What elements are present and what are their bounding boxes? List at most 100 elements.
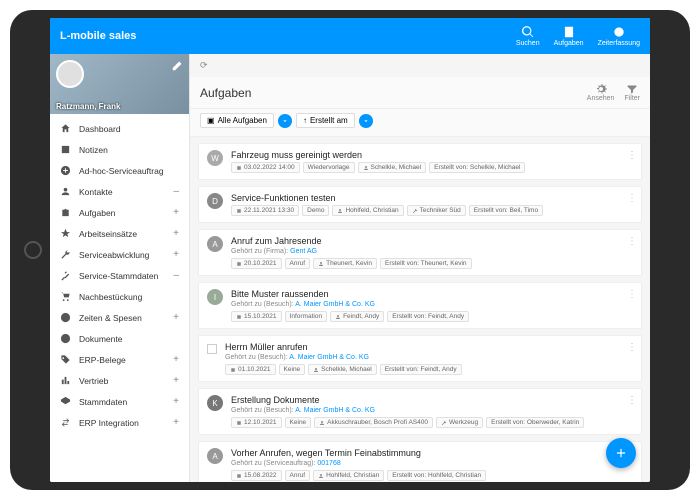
- sidebar-item-vertrieb[interactable]: Vertrieb+: [50, 370, 189, 391]
- filter-dropdown-1[interactable]: [278, 114, 292, 128]
- expand-icon[interactable]: +: [173, 417, 179, 428]
- task-link[interactable]: A. Maier GmbH & Co. KG: [295, 407, 375, 414]
- task-link[interactable]: A. Maier GmbH & Co. KG: [295, 301, 375, 308]
- task-tag: Schelkle, Michael: [308, 364, 377, 375]
- task-tag: Hohlfeld, Christian: [332, 205, 403, 216]
- task-item[interactable]: AVorher Anrufen, wegen Termin Feinabstim…: [198, 441, 642, 482]
- sidebar-item-service-stammdaten[interactable]: Service-Stammdaten–: [50, 265, 189, 286]
- task-tag: 12.10.2021: [231, 417, 282, 428]
- sidebar-item-aufgaben[interactable]: Aufgaben+: [50, 202, 189, 223]
- wrench-icon: [60, 249, 71, 260]
- task-title: Service-Funktionen testen: [231, 193, 633, 203]
- edit-icon[interactable]: [171, 58, 185, 72]
- task-item[interactable]: Herrn Müller anrufenGehört zu (Besuch): …: [198, 335, 642, 382]
- sidebar-item-stammdaten[interactable]: Stammdaten+: [50, 391, 189, 412]
- task-link[interactable]: Gent AG: [290, 248, 317, 255]
- task-tag: 20.10.2021: [231, 258, 282, 269]
- breadcrumb[interactable]: ⟳: [190, 54, 650, 77]
- chart-icon: [60, 375, 71, 386]
- task-tag: Demo: [302, 205, 329, 216]
- expand-icon[interactable]: +: [173, 207, 179, 218]
- task-link[interactable]: 001768: [317, 460, 340, 467]
- page-title: Aufgaben: [200, 86, 251, 100]
- expand-icon[interactable]: +: [173, 396, 179, 407]
- note-icon: [60, 144, 71, 155]
- filter-dropdown-2[interactable]: [359, 114, 373, 128]
- expand-icon[interactable]: +: [173, 354, 179, 365]
- more-icon[interactable]: ⋮: [627, 289, 637, 300]
- filter-all[interactable]: ▣ Alle Aufgaben: [200, 113, 274, 128]
- top-action-suchen[interactable]: Suchen: [516, 25, 540, 47]
- profile-name: Ratzmann, Frank: [56, 102, 120, 111]
- task-badge: A: [207, 236, 223, 252]
- tools-icon: [60, 270, 71, 281]
- briefcase-icon: [60, 207, 71, 218]
- task-badge: D: [207, 193, 223, 209]
- filter-button[interactable]: Filter: [624, 83, 640, 102]
- top-action-aufgaben[interactable]: Aufgaben: [554, 25, 584, 47]
- expand-icon[interactable]: –: [173, 186, 179, 197]
- task-tag: 15.08.2022: [231, 470, 282, 481]
- sidebar-item-nachbest-ckung[interactable]: Nachbestückung: [50, 286, 189, 307]
- sidebar-item-dokumente[interactable]: Dokumente: [50, 328, 189, 349]
- task-tag: Erstellt von: Beil, Timo: [469, 205, 543, 216]
- sidebar-item-serviceabwicklung[interactable]: Serviceabwicklung+: [50, 244, 189, 265]
- sidebar-item-notizen[interactable]: Notizen: [50, 139, 189, 160]
- sidebar-item-zeiten-spesen[interactable]: Zeiten & Spesen+: [50, 307, 189, 328]
- task-item[interactable]: WFahrzeug muss gereinigt werden03.02.202…: [198, 143, 642, 180]
- task-tag: 03.02.2022 14:00: [231, 162, 300, 173]
- task-item[interactable]: IBitte Muster raussendenGehört zu (Besuc…: [198, 282, 642, 329]
- task-item[interactable]: KErstellung DokumenteGehört zu (Besuch):…: [198, 388, 642, 435]
- home-icon: [60, 123, 71, 134]
- task-tag: Anruf: [285, 470, 311, 481]
- task-tag: 01.10.2021: [225, 364, 276, 375]
- sidebar-item-dashboard[interactable]: Dashboard: [50, 118, 189, 139]
- checkbox[interactable]: [207, 344, 217, 354]
- task-badge: W: [207, 150, 223, 166]
- task-subtitle: Gehört zu (Besuch): A. Maier GmbH & Co. …: [231, 301, 633, 308]
- task-title: Vorher Anrufen, wegen Termin Feinabstimm…: [231, 448, 633, 458]
- task-tag: Feindt, Andy: [330, 311, 384, 322]
- tablet-home-button[interactable]: [24, 241, 42, 259]
- task-tag: 15.10.2021: [231, 311, 282, 322]
- filter-sort[interactable]: ↑ Erstellt am: [296, 113, 355, 128]
- expand-icon[interactable]: +: [173, 249, 179, 260]
- more-icon[interactable]: ⋮: [627, 342, 637, 353]
- view-button[interactable]: Ansehen: [587, 83, 615, 102]
- more-icon[interactable]: ⋮: [627, 150, 637, 161]
- more-icon[interactable]: ⋮: [627, 236, 637, 247]
- task-link[interactable]: A. Maier GmbH & Co. KG: [289, 354, 369, 361]
- top-action-zeiterfassung[interactable]: Zeiterfassung: [598, 25, 640, 47]
- nav-list: DashboardNotizenAd-hoc-ServiceauftragKon…: [50, 114, 189, 437]
- expand-icon[interactable]: +: [173, 312, 179, 323]
- avatar: [56, 60, 84, 88]
- target-icon: [60, 333, 71, 344]
- sidebar-item-kontakte[interactable]: Kontakte–: [50, 181, 189, 202]
- sidebar-item-arbeitseins-tze[interactable]: Arbeitseinsätze+: [50, 223, 189, 244]
- task-title: Herrn Müller anrufen: [225, 342, 633, 352]
- add-button[interactable]: [606, 438, 636, 468]
- sidebar-item-erp-belege[interactable]: ERP-Belege+: [50, 349, 189, 370]
- profile-card[interactable]: Ratzmann, Frank: [50, 54, 189, 114]
- task-item[interactable]: AAnruf zum JahresendeGehört zu (Firma): …: [198, 229, 642, 276]
- expand-icon[interactable]: +: [173, 228, 179, 239]
- sidebar: Ratzmann, Frank DashboardNotizenAd-hoc-S…: [50, 54, 190, 482]
- app-title: L-mobile sales: [60, 30, 136, 42]
- task-title: Erstellung Dokumente: [231, 395, 633, 405]
- more-icon[interactable]: ⋮: [627, 193, 637, 204]
- search-icon: [521, 25, 535, 39]
- layers-icon: [60, 396, 71, 407]
- sidebar-item-erp-integration[interactable]: ERP Integration+: [50, 412, 189, 433]
- task-item[interactable]: DService-Funktionen testen22.11.2021 13:…: [198, 186, 642, 223]
- task-tag: Hohlfeld, Christian: [313, 470, 384, 481]
- more-icon[interactable]: ⋮: [627, 395, 637, 406]
- task-subtitle: Gehört zu (Serviceauftrag): 001768: [231, 460, 633, 467]
- sidebar-item-ad-hoc-serviceauftrag[interactable]: Ad-hoc-Serviceauftrag: [50, 160, 189, 181]
- task-tag: Werkzeug: [436, 417, 483, 428]
- expand-icon[interactable]: +: [173, 375, 179, 386]
- task-title: Anruf zum Jahresende: [231, 236, 633, 246]
- cart-icon: [60, 291, 71, 302]
- expand-icon[interactable]: –: [173, 270, 179, 281]
- task-badge: K: [207, 395, 223, 411]
- task-tag: Erstellt von: Feindt, Andy: [380, 364, 462, 375]
